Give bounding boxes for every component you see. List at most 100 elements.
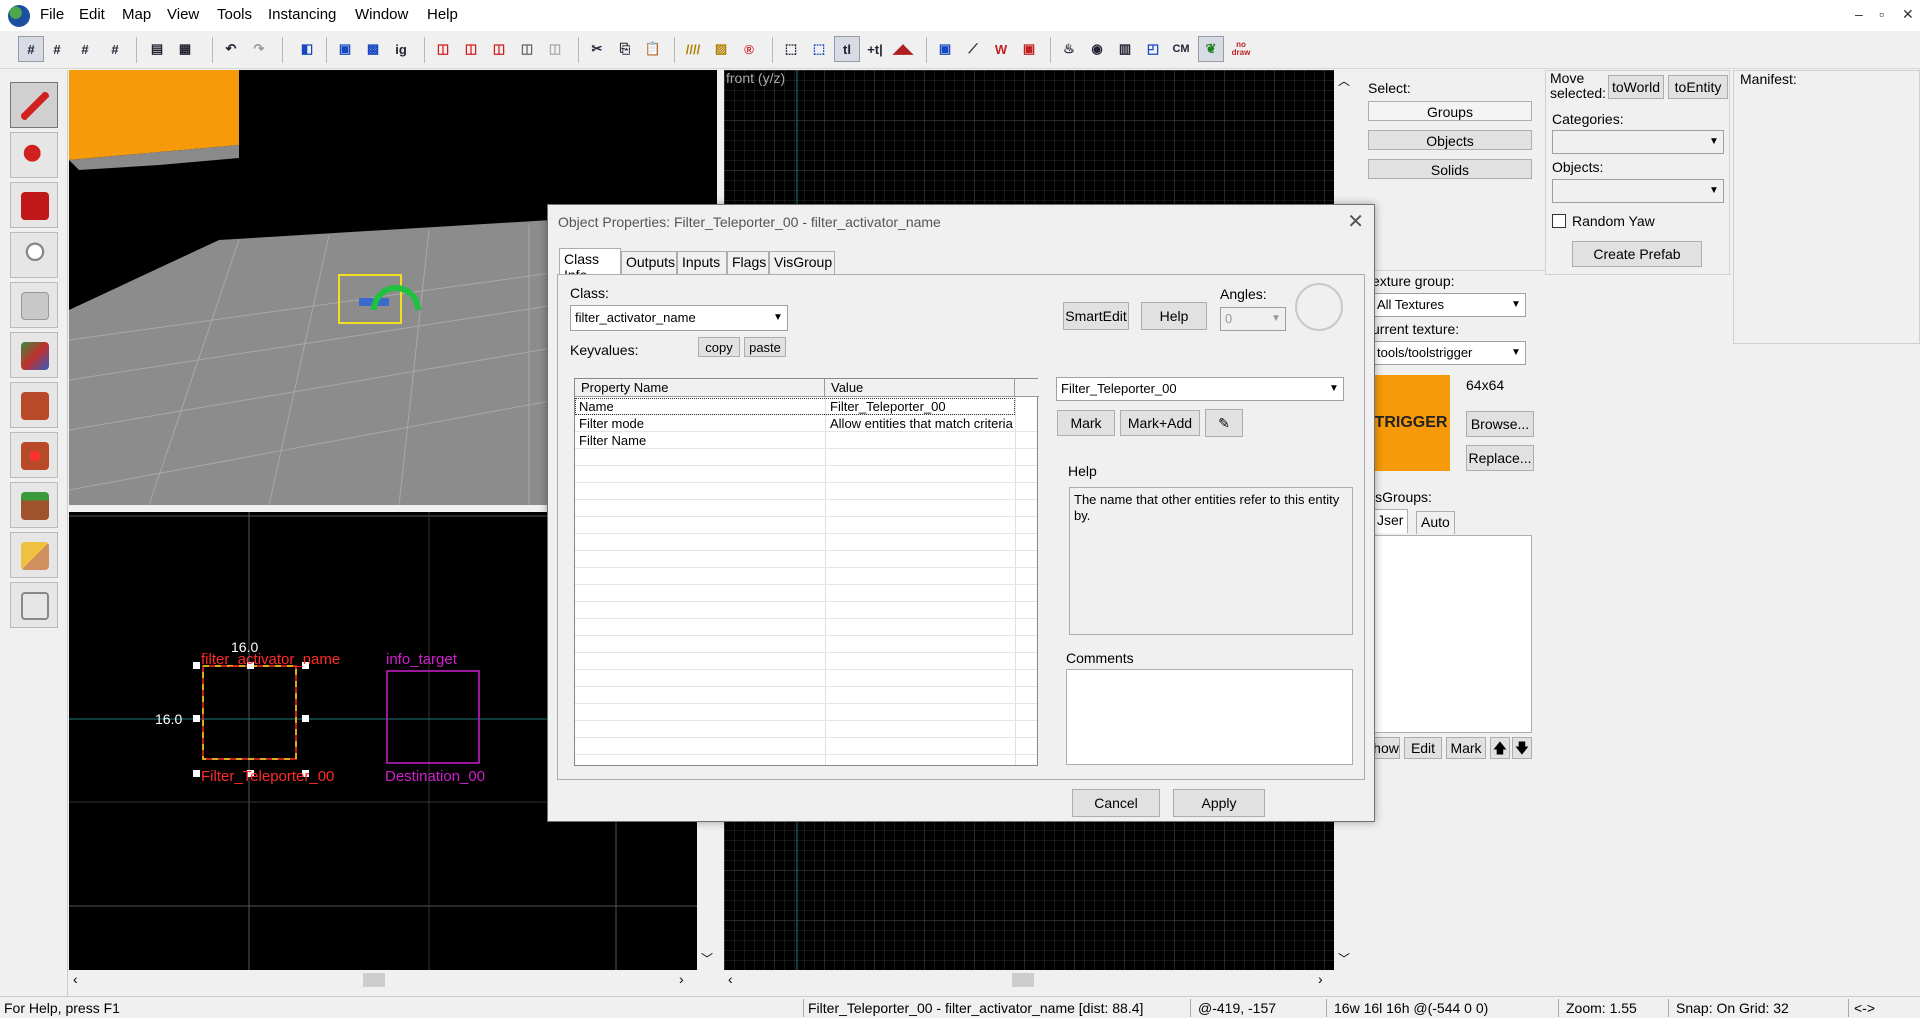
texture-preview[interactable]: TRIGGER xyxy=(1372,375,1450,471)
value-combo[interactable]: Filter_Teleporter_00 ▼ xyxy=(1056,377,1344,401)
entity-tool[interactable] xyxy=(10,232,58,278)
stack-icon[interactable]: ◰ xyxy=(1140,36,1166,62)
undo-icon[interactable]: ↶ xyxy=(218,36,244,62)
scroll-left-icon[interactable]: ‹ xyxy=(728,971,733,987)
tab-flags[interactable]: Flags xyxy=(727,251,769,274)
move-up-button[interactable]: 🡅 xyxy=(1490,737,1510,759)
to-world-button[interactable]: toWorld xyxy=(1608,75,1664,99)
select-objects-button[interactable]: Objects xyxy=(1368,130,1532,150)
select-groups-button[interactable]: Groups xyxy=(1368,101,1532,121)
tab-inputs[interactable]: Inputs xyxy=(677,251,727,274)
edit-button[interactable]: Edit xyxy=(1404,737,1442,759)
replace-button[interactable]: Replace... xyxy=(1466,445,1534,471)
scroll-down-icon[interactable]: ﹀ xyxy=(701,950,713,967)
current-texture-combo[interactable]: tools/toolstrigger ▼ xyxy=(1372,341,1526,365)
scroll-right-icon[interactable]: › xyxy=(679,971,684,987)
scroll-thumb[interactable] xyxy=(363,973,385,987)
menu-help[interactable]: Help xyxy=(427,6,458,23)
magnify-tool[interactable] xyxy=(10,132,58,178)
tab-auto[interactable]: Auto xyxy=(1416,511,1455,534)
scroll-right-icon[interactable]: › xyxy=(1318,971,1323,987)
texture-lock-icon[interactable]: ◫ xyxy=(430,36,456,62)
mark-add-button[interactable]: Mark+Add xyxy=(1120,410,1200,436)
overlay-tool[interactable] xyxy=(10,482,58,528)
selection-tool[interactable] xyxy=(10,82,58,128)
ignore-groups-icon[interactable]: ig xyxy=(388,36,414,62)
dialog-close-icon[interactable]: ✕ xyxy=(1347,209,1364,234)
displacement-icon[interactable]: ◢◣ xyxy=(890,36,916,62)
table-row[interactable]: Name Filter_Teleporter_00 xyxy=(575,398,1015,415)
copy-button[interactable]: copy xyxy=(698,337,740,357)
help-button[interactable]: Help xyxy=(1141,302,1207,330)
angles-combo[interactable]: 0 ▼ xyxy=(1220,307,1286,331)
tab-outputs[interactable]: Outputs xyxy=(621,251,677,274)
mark-button[interactable]: Mark xyxy=(1057,410,1115,436)
hide-selected-icon[interactable]: ▣ xyxy=(332,36,358,62)
texture-lock-scale-icon[interactable]: +t| xyxy=(862,36,888,62)
random-yaw-checkbox[interactable] xyxy=(1552,214,1566,228)
scroll-up-icon[interactable]: ︿ xyxy=(1338,72,1350,89)
grid-toggle-icon[interactable]: # xyxy=(18,36,44,62)
sound-preview-icon[interactable]: ◉ xyxy=(1084,36,1110,62)
menu-tools[interactable]: Tools xyxy=(217,6,252,23)
close-icon[interactable]: ✕ xyxy=(1902,6,1914,23)
select-cursor-icon[interactable]: ⬚ xyxy=(806,36,832,62)
smartedit-button[interactable]: SmartEdit xyxy=(1063,302,1129,330)
categories-combo[interactable]: ▼ xyxy=(1552,130,1724,154)
show-hidden-icon[interactable]: ▩ xyxy=(360,36,386,62)
objects-combo[interactable]: ▼ xyxy=(1552,179,1724,203)
menu-instancing[interactable]: Instancing xyxy=(268,6,336,23)
tab-class-info[interactable]: Class Info xyxy=(559,248,621,283)
grid-smaller-icon[interactable]: # xyxy=(72,36,98,62)
cut-icon[interactable]: ✂ xyxy=(584,36,610,62)
menu-window[interactable]: Window xyxy=(355,6,408,23)
entity-report-icon[interactable]: ◫ xyxy=(542,36,568,62)
clipping-tool[interactable] xyxy=(10,532,58,578)
eyedropper-button[interactable]: ✎ xyxy=(1205,409,1243,437)
model-preview-icon[interactable]: ▥ xyxy=(1112,36,1138,62)
minimize-icon[interactable]: – xyxy=(1855,6,1863,22)
leaf-icon[interactable]: ❦ xyxy=(1198,36,1224,62)
texture-lock-tl-icon[interactable]: tl xyxy=(834,36,860,62)
camera-tool[interactable] xyxy=(10,182,58,228)
to-entity-button[interactable]: toEntity xyxy=(1668,75,1728,99)
scroll-left-icon[interactable]: ‹ xyxy=(73,971,78,987)
grid-3d-icon[interactable]: # xyxy=(44,36,70,62)
texture-group-combo[interactable]: All Textures ▼ xyxy=(1372,293,1526,317)
texture-app-tool[interactable] xyxy=(10,332,58,378)
toggle-tools-icon[interactable]: //// xyxy=(680,36,706,62)
grid-larger-icon[interactable]: # xyxy=(102,36,128,62)
ungroup-icon[interactable]: ▦ xyxy=(172,36,198,62)
class-combo[interactable]: filter_activator_name ▼ xyxy=(570,305,788,331)
menu-map[interactable]: Map xyxy=(122,6,151,23)
tab-visgroup[interactable]: VisGroup xyxy=(769,251,835,274)
angle-dial[interactable] xyxy=(1295,283,1343,331)
redo-icon[interactable]: ↷ xyxy=(246,36,272,62)
restore-icon[interactable]: ▫ xyxy=(1879,6,1884,22)
paste-button[interactable]: paste xyxy=(744,337,786,357)
auto-visgroup-icon[interactable]: ▣ xyxy=(932,36,958,62)
instance-icon[interactable]: W xyxy=(988,36,1014,62)
group-icon[interactable]: ▤ xyxy=(144,36,170,62)
tab-user[interactable]: Jser xyxy=(1372,509,1409,533)
column-value[interactable]: Value xyxy=(825,379,1015,397)
info-target-box[interactable] xyxy=(386,670,480,764)
apply-button[interactable]: Apply xyxy=(1173,789,1265,817)
select-solids-button[interactable]: Solids xyxy=(1368,159,1532,179)
visgroups-list[interactable] xyxy=(1372,535,1532,733)
apply-texture-tool[interactable] xyxy=(10,382,58,428)
vertex-tool[interactable] xyxy=(10,582,58,628)
toggle-helpers-icon[interactable]: ▨ xyxy=(708,36,734,62)
table-row[interactable]: Filter Name xyxy=(575,432,1037,449)
texture-apply-icon[interactable]: ◫ xyxy=(486,36,512,62)
menu-view[interactable]: View xyxy=(167,6,199,23)
top-hscrollbar[interactable]: ‹ › xyxy=(69,970,697,990)
cordon-icon[interactable]: ⟋ xyxy=(960,36,986,62)
light-preview-icon[interactable]: ♨ xyxy=(1056,36,1082,62)
entity-icon[interactable]: ◫ xyxy=(514,36,540,62)
menu-edit[interactable]: Edit xyxy=(79,6,105,23)
comments-field[interactable] xyxy=(1066,669,1353,765)
nodraw-icon[interactable]: no draw xyxy=(1228,36,1254,62)
copy-icon[interactable]: ⎘ xyxy=(612,36,638,62)
scroll-thumb[interactable] xyxy=(1012,973,1034,987)
